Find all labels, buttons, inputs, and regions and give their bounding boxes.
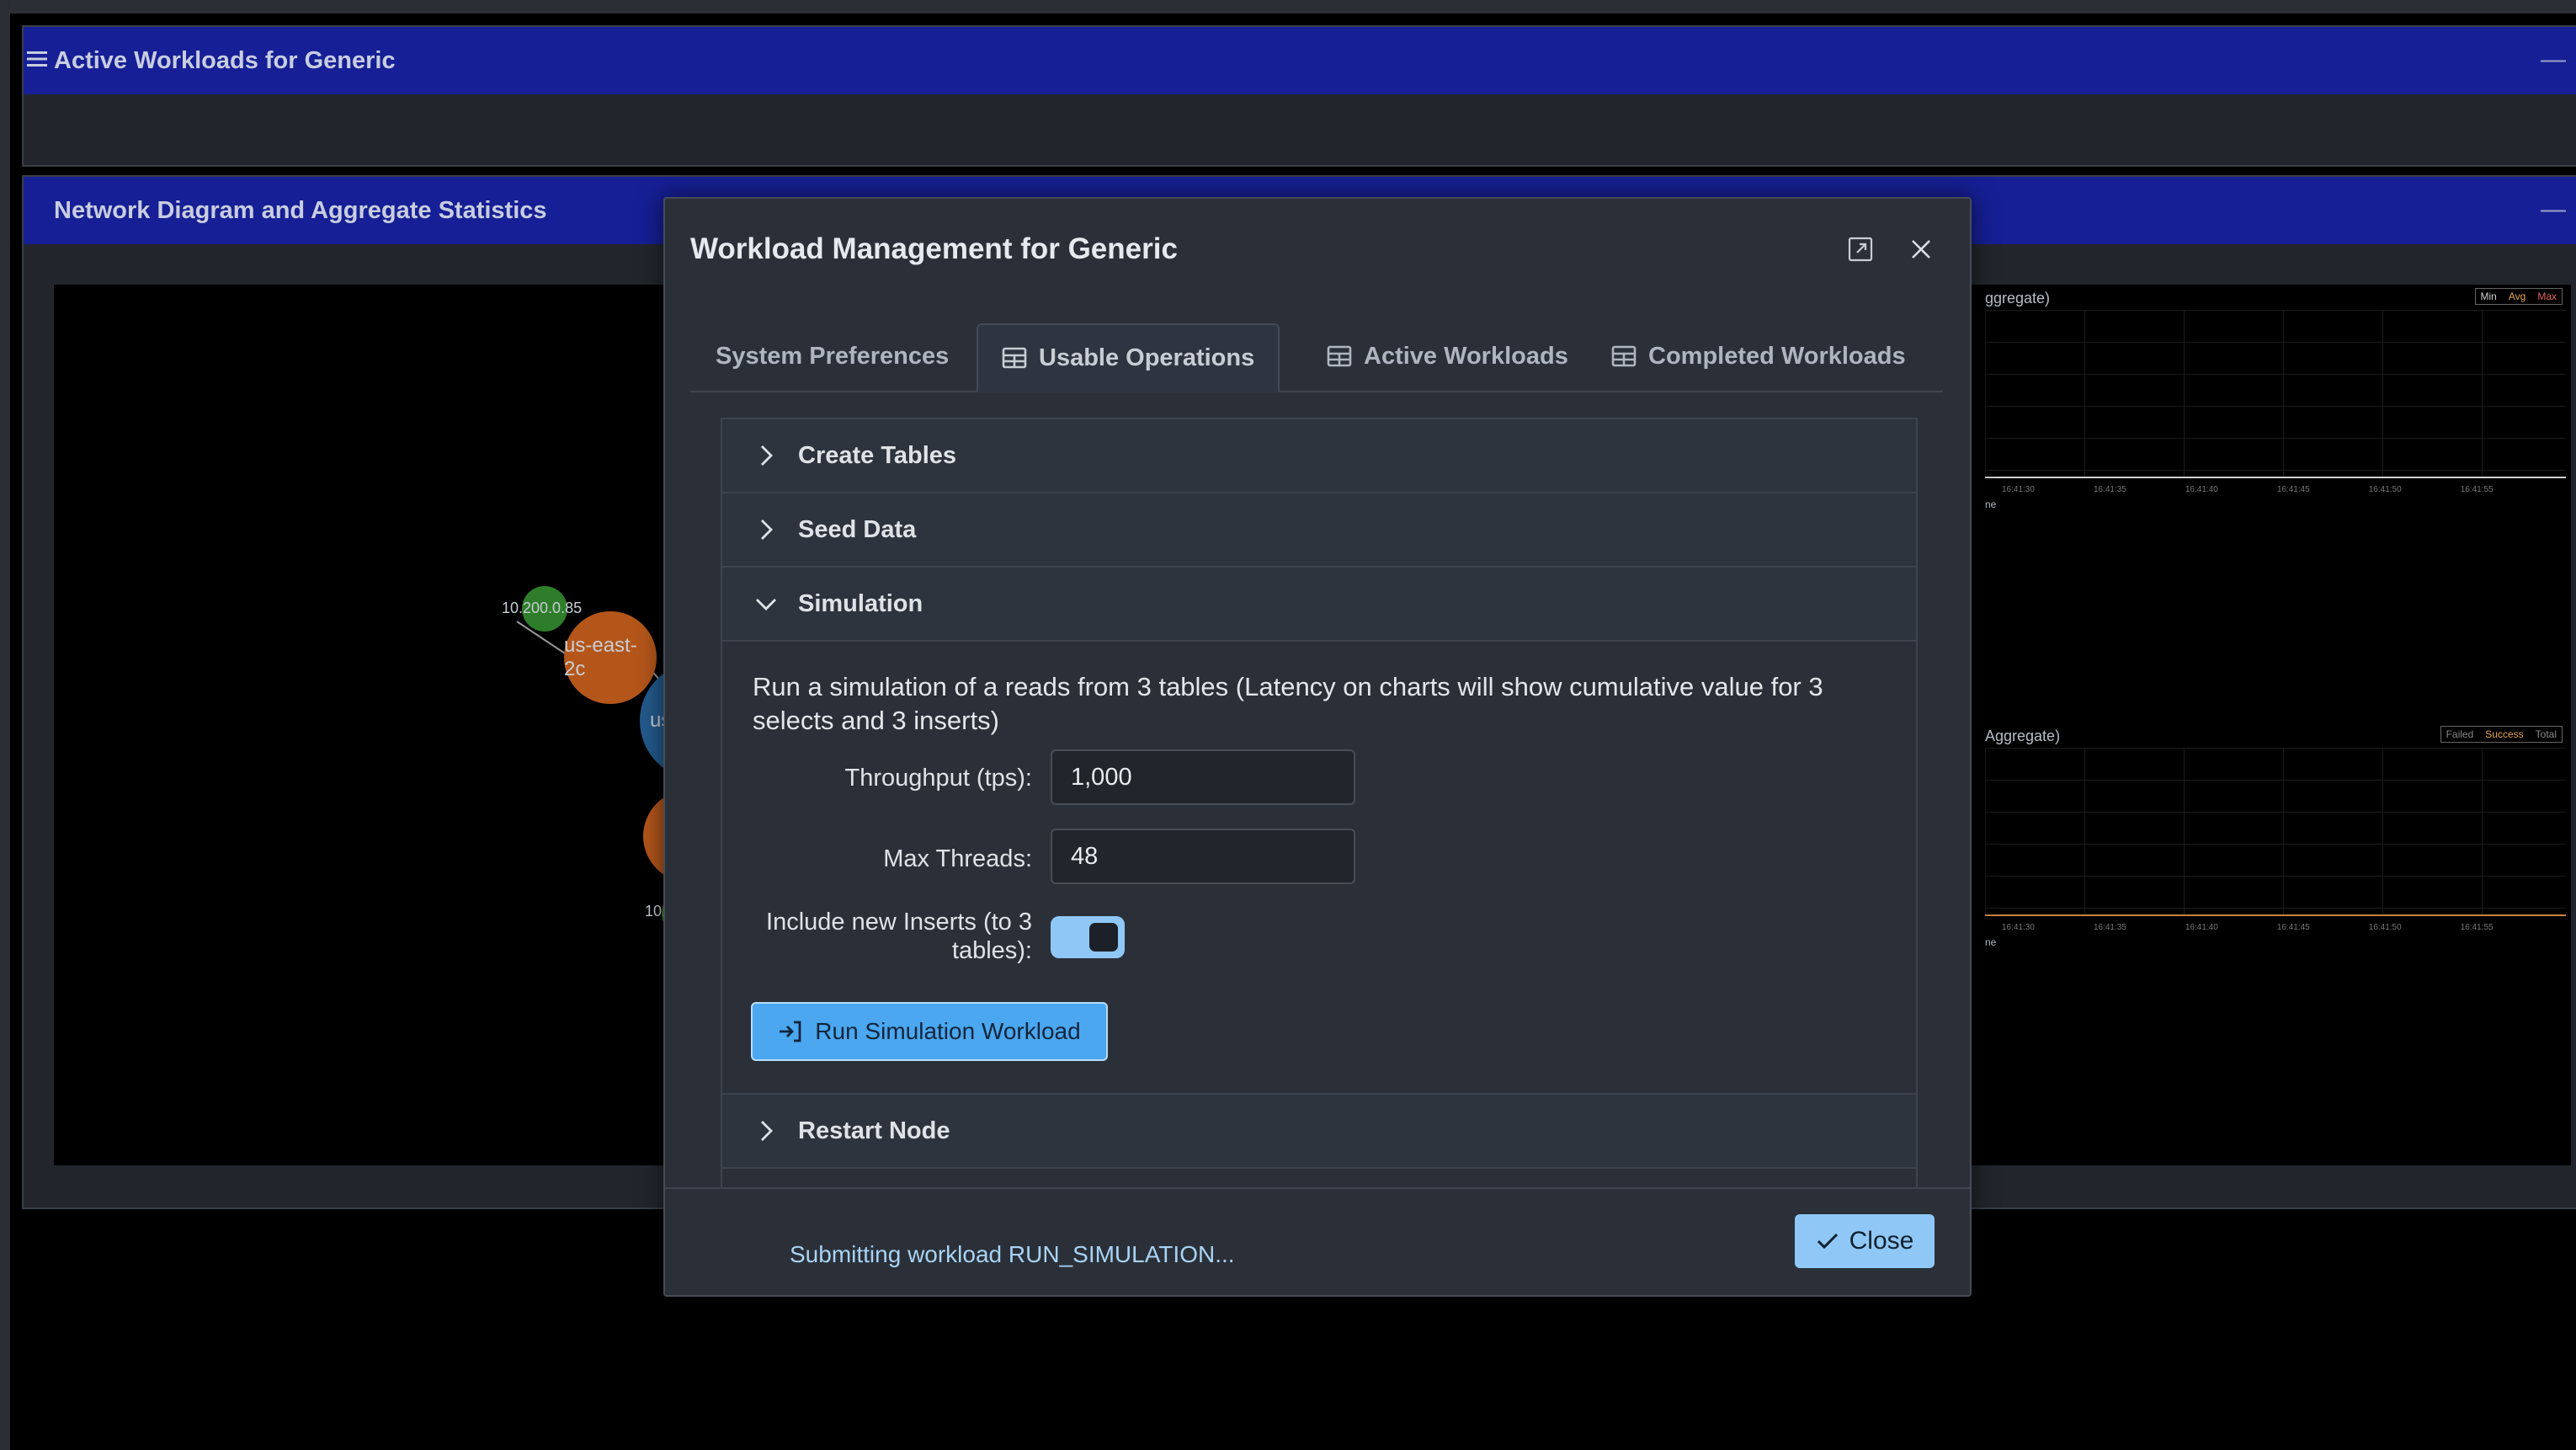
tick: 16:41:35 bbox=[2093, 485, 2126, 494]
node-az-1[interactable]: us-east-2c bbox=[564, 611, 657, 704]
tick: 16:41:30 bbox=[2002, 485, 2035, 494]
throughput-chart: Aggregate) Failed Success Total 16:41:30… bbox=[1985, 722, 2571, 958]
modal-footer: Submitting workload RUN_SIMULATION... Cl… bbox=[665, 1187, 1970, 1295]
legend-total: Total bbox=[2535, 728, 2557, 740]
table-icon bbox=[1327, 345, 1352, 367]
chevron-right-icon bbox=[761, 1121, 773, 1141]
node-ip-top-label: 10.200.0.85 bbox=[502, 600, 583, 616]
active-workloads-panel: Active Workloads for Generic — bbox=[22, 25, 2576, 167]
tab-system-preferences[interactable]: System Preferences bbox=[690, 323, 974, 389]
sign-in-icon bbox=[780, 1021, 801, 1042]
tick: 16:41:40 bbox=[2185, 923, 2218, 932]
check-icon bbox=[1817, 1233, 1838, 1250]
include-inserts-label: Include new Inserts (to 3 tables): bbox=[766, 909, 1032, 964]
latency-line bbox=[1985, 477, 2566, 478]
node-az-1-label: us-east-2c bbox=[564, 634, 637, 680]
table-icon bbox=[1002, 347, 1027, 369]
run-button-label: Run Simulation Workload bbox=[815, 1018, 1081, 1044]
tick: 16:41:50 bbox=[2368, 923, 2402, 932]
chevron-right-icon bbox=[761, 520, 773, 540]
include-inserts-toggle[interactable] bbox=[1051, 916, 1125, 958]
throughput-line bbox=[1985, 914, 2566, 916]
operations-accordion: Create Tables Seed Data Simulation Run a… bbox=[721, 418, 1918, 1245]
close-icon[interactable] bbox=[1908, 236, 1935, 263]
minimize-icon[interactable]: — bbox=[2541, 45, 2566, 74]
latency-ticks: 16:41:30 16:41:35 16:41:40 16:41:45 16:4… bbox=[2002, 485, 2494, 494]
throughput-ticks: 16:41:30 16:41:35 16:41:40 16:41:45 16:4… bbox=[2002, 923, 2494, 932]
throughput-grid bbox=[1985, 748, 2566, 916]
close-button-label: Close bbox=[1849, 1227, 1914, 1255]
tick: 16:41:45 bbox=[2276, 485, 2310, 494]
tick: 16:41:55 bbox=[2460, 923, 2494, 932]
active-workloads-header[interactable]: Active Workloads for Generic bbox=[24, 27, 2576, 94]
accordion-create-tables[interactable]: Create Tables bbox=[722, 419, 1916, 493]
table-icon bbox=[1611, 345, 1637, 367]
simulation-description: Run a simulation of a reads from 3 table… bbox=[753, 672, 1823, 735]
tick: 16:41:55 bbox=[2460, 485, 2494, 494]
chevron-down-icon bbox=[756, 599, 776, 610]
accordion-label: Seed Data bbox=[798, 515, 917, 543]
run-simulation-button[interactable]: Run Simulation Workload bbox=[751, 1002, 1108, 1061]
latency-chart: ggregate) Min Avg Max 16:41:30 16:41:35 … bbox=[1985, 285, 2571, 520]
throughput-label: Throughput (tps): bbox=[844, 765, 1032, 792]
simulation-body: Run a simulation of a reads from 3 table… bbox=[722, 642, 1916, 1095]
modal-tabs: System Preferences Usable Operations Act… bbox=[690, 323, 1943, 392]
accordion-restart-node[interactable]: Restart Node bbox=[722, 1095, 1916, 1169]
tab-label: Completed Workloads bbox=[1648, 342, 1906, 370]
legend-max: Max bbox=[2537, 291, 2557, 302]
tick: 16:41:50 bbox=[2368, 485, 2402, 494]
throughput-chart-title: Aggregate) bbox=[1985, 728, 2061, 744]
tick: 16:41:45 bbox=[2276, 923, 2310, 932]
throughput-x-label: ne bbox=[1985, 936, 1997, 948]
accordion-seed-data[interactable]: Seed Data bbox=[722, 493, 1916, 568]
latency-grid bbox=[1985, 310, 2566, 478]
tick: 16:41:30 bbox=[2002, 923, 2035, 932]
window-left-edge bbox=[0, 0, 10, 1450]
close-button[interactable]: Close bbox=[1795, 1214, 1935, 1268]
minimize-icon[interactable]: — bbox=[2541, 195, 2566, 224]
legend-min: Min bbox=[2480, 291, 2497, 302]
accordion-label: Create Tables bbox=[798, 441, 957, 469]
max-threads-label: Max Threads: bbox=[883, 845, 1032, 872]
throughput-legend: Failed Success Total bbox=[2440, 726, 2563, 743]
latency-x-label: ne bbox=[1985, 498, 1997, 510]
modal-title: Workload Management for Generic bbox=[690, 232, 1178, 265]
toggle-knob bbox=[1089, 923, 1118, 952]
chevron-right-icon bbox=[761, 445, 773, 466]
tick: 16:41:40 bbox=[2185, 485, 2218, 494]
expand-icon[interactable] bbox=[1847, 236, 1874, 263]
hamburger-icon[interactable] bbox=[27, 47, 47, 75]
tab-active-workloads[interactable]: Active Workloads bbox=[1301, 323, 1594, 389]
max-threads-input[interactable]: 48 bbox=[1051, 829, 1355, 884]
legend-avg: Avg bbox=[2508, 291, 2526, 302]
submission-status: Submitting workload RUN_SIMULATION... bbox=[790, 1241, 1235, 1267]
window-top-edge bbox=[10, 0, 2576, 13]
tab-label: Active Workloads bbox=[1364, 342, 1568, 370]
latency-chart-title: ggregate) bbox=[1985, 290, 2051, 307]
latency-legend: Min Avg Max bbox=[2474, 288, 2563, 305]
network-diagram-title: Network Diagram and Aggregate Statistics bbox=[54, 196, 547, 224]
tab-label: System Preferences bbox=[716, 342, 950, 370]
legend-failed: Failed bbox=[2446, 728, 2474, 740]
tab-usable-operations[interactable]: Usable Operations bbox=[977, 323, 1280, 392]
legend-success: Success bbox=[2485, 728, 2524, 740]
tab-label: Usable Operations bbox=[1039, 344, 1255, 371]
tab-completed-workloads[interactable]: Completed Workloads bbox=[1586, 323, 1931, 389]
accordion-simulation[interactable]: Simulation bbox=[722, 568, 1916, 642]
accordion-label: Simulation bbox=[798, 589, 923, 617]
workload-management-modal: Workload Management for Generic System P… bbox=[663, 197, 1972, 1297]
tick: 16:41:35 bbox=[2093, 923, 2126, 932]
throughput-input[interactable]: 1,000 bbox=[1051, 749, 1355, 805]
accordion-label: Restart Node bbox=[798, 1117, 950, 1144]
active-workloads-title: Active Workloads for Generic bbox=[54, 46, 396, 74]
